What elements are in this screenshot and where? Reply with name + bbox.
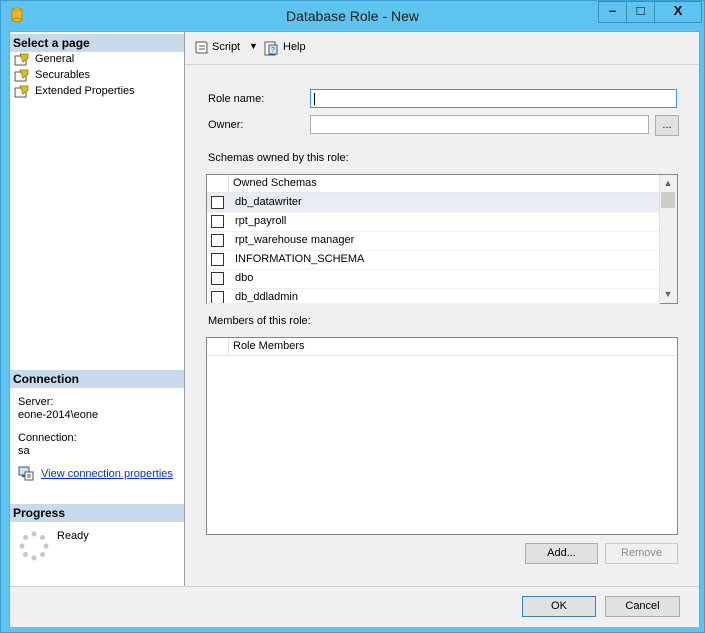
owner-browse-button[interactable]: ... [655,115,679,136]
owned-schemas-column-header[interactable]: Owned Schemas [233,177,317,189]
select-page-header: Select a page [10,34,184,52]
page-item-securables[interactable]: Securables [14,67,90,83]
progress-status: Ready [57,530,89,542]
schema-checkbox[interactable] [211,196,224,209]
page-icon [14,69,29,82]
progress-header: Progress [10,504,184,522]
schema-row[interactable]: db_datawriter [207,193,660,213]
role-name-input[interactable] [310,89,677,108]
scroll-down-icon[interactable]: ▼ [663,289,673,299]
server-label: Server: [18,396,54,408]
title-bar[interactable]: Database Role - New – □ X [1,1,704,31]
owned-schemas-header: Owned Schemas [207,175,660,193]
schema-row[interactable]: db_ddladmin [207,288,660,304]
schemas-label: Schemas owned by this role: [208,152,349,164]
owned-schemas-grid[interactable]: Owned Schemas db_datawriter rpt_payroll … [206,174,678,304]
connection-header: Connection [10,370,184,388]
schema-name: rpt_warehouse manager [235,234,355,246]
schema-checkbox[interactable] [211,291,224,303]
schema-checkbox[interactable] [211,253,224,266]
script-button[interactable]: Script [212,41,240,53]
schema-row[interactable]: INFORMATION_SCHEMA [207,250,660,270]
toolbar: Script ▼ ? Help [185,32,699,65]
schemas-scrollbar[interactable]: ▲ ▼ [659,175,677,303]
page-icon [14,53,29,66]
owner-input[interactable] [310,115,649,134]
script-icon [195,41,208,54]
help-button[interactable]: Help [283,41,306,53]
schema-name: dbo [235,272,254,284]
header-checkbox-column [207,175,229,192]
members-label: Members of this role: [208,315,311,327]
owner-label: Owner: [208,119,244,131]
scroll-thumb[interactable] [661,192,675,208]
role-members-column-header[interactable]: Role Members [233,340,305,352]
scroll-up-icon[interactable]: ▲ [663,178,673,188]
schema-row[interactable]: rpt_payroll [207,212,660,232]
dialog-window: Database Role - New – □ X Select a page … [0,0,705,633]
view-connection-properties-link[interactable]: View connection properties [41,468,173,480]
connection-label: Connection: [18,432,77,444]
close-button[interactable]: X [654,1,702,23]
page-item-label: Extended Properties [35,85,135,97]
schema-checkbox[interactable] [211,215,224,228]
role-name-label: Role name: [208,93,265,105]
maximize-button[interactable]: □ [626,1,655,23]
svg-text:?: ? [271,47,275,54]
schema-checkbox[interactable] [211,272,224,285]
connection-properties-icon [18,466,34,481]
page-item-label: General [35,53,75,65]
role-members-header: Role Members [207,338,677,356]
schema-row[interactable]: dbo [207,269,660,289]
ok-button[interactable]: OK [522,596,596,617]
page-item-extended-properties[interactable]: Extended Properties [14,83,135,99]
dialog-client-area: Select a page General Securables Extende… [9,31,700,627]
schema-name: INFORMATION_SCHEMA [235,253,365,265]
page-icon [14,85,29,98]
general-page: Role name: Owner: ... Schemas owned by t… [185,65,699,586]
progress-spinner-icon [19,531,49,561]
help-icon: ? [264,41,278,56]
dialog-button-bar: OK Cancel [10,586,699,627]
schema-name: db_ddladmin [235,291,298,303]
server-value: eone-2014\eone [18,409,99,421]
remove-member-button[interactable]: Remove [605,543,678,564]
left-pane: Select a page General Securables Extende… [10,32,185,586]
connection-value: sa [18,445,30,457]
schema-checkbox[interactable] [211,234,224,247]
script-dropdown-chevron-icon[interactable]: ▼ [249,41,258,51]
header-checkbox-column [207,338,229,355]
text-caret [314,93,315,105]
role-members-grid[interactable]: Role Members [206,337,678,535]
page-item-general[interactable]: General [14,51,74,67]
minimize-button[interactable]: – [598,1,627,23]
cancel-button[interactable]: Cancel [605,596,680,617]
page-item-label: Securables [35,69,91,81]
schema-name: rpt_payroll [235,215,287,227]
add-member-button[interactable]: Add... [525,543,598,564]
schema-name: db_datawriter [235,196,302,208]
schema-row[interactable]: rpt_warehouse manager [207,231,660,251]
